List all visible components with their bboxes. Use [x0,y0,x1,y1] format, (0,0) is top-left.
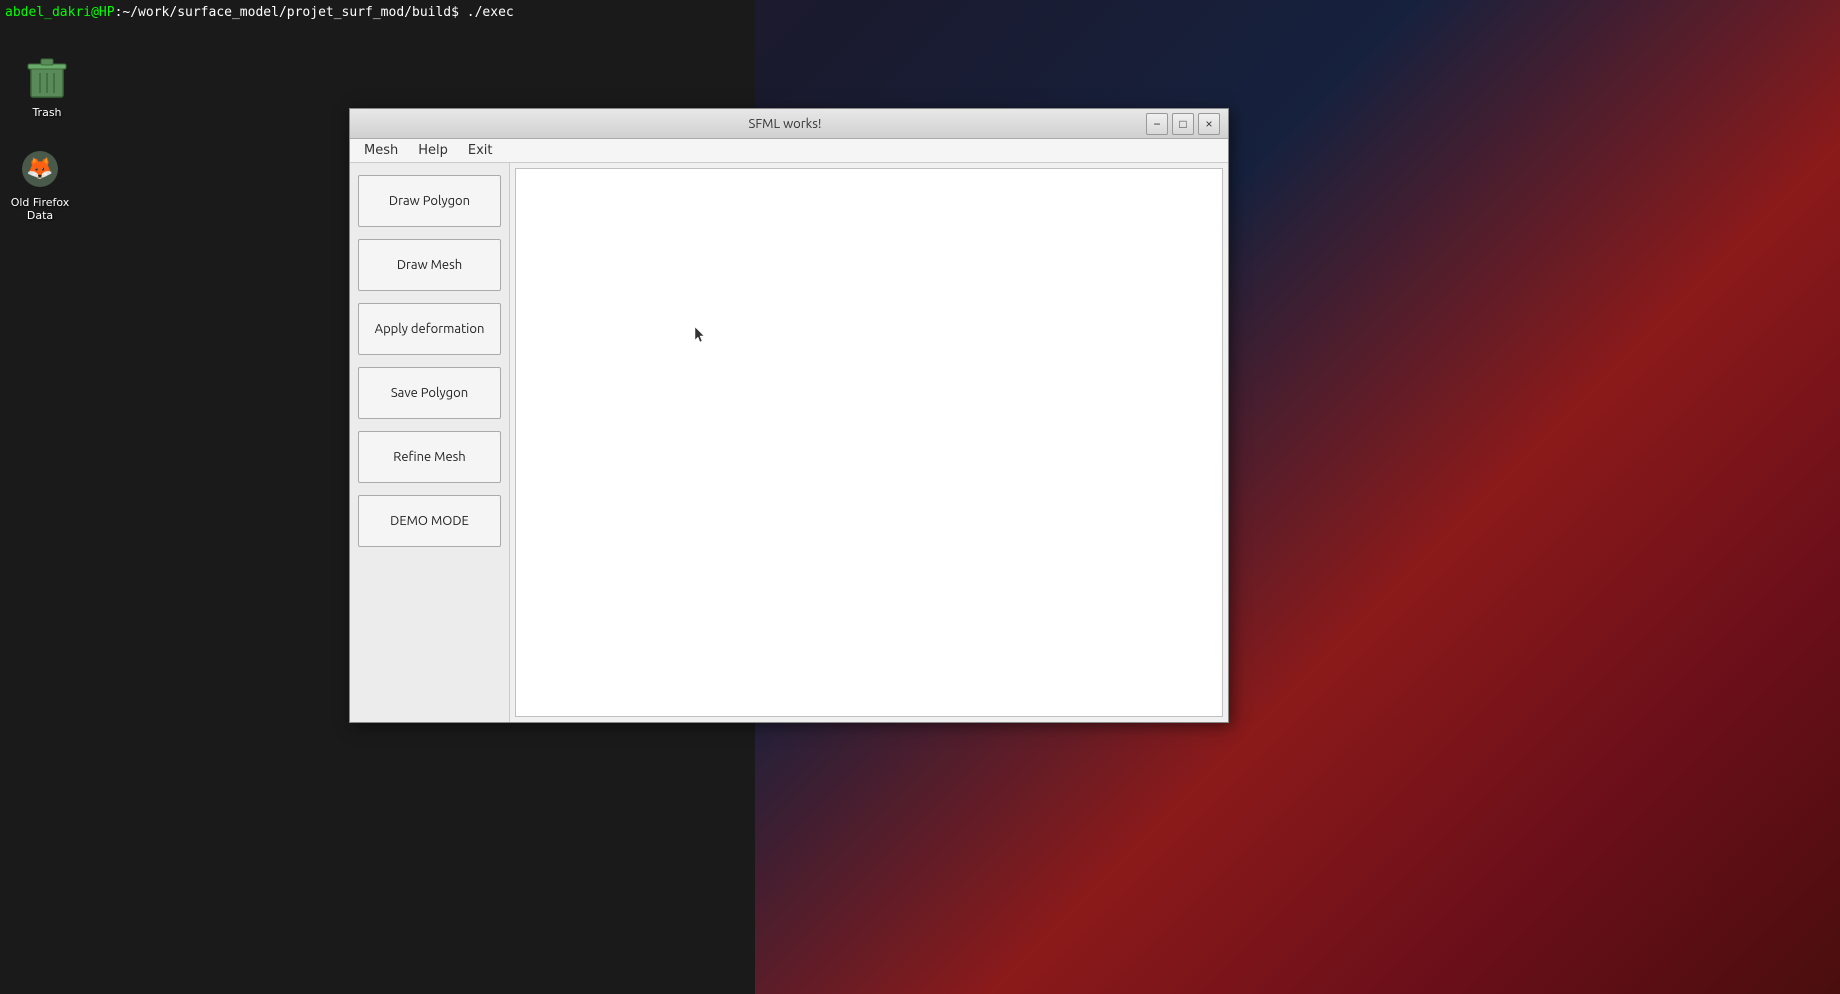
draw-polygon-button[interactable]: Draw Polygon [358,175,501,227]
trash-icon-label: Trash [32,106,61,119]
refine-mesh-button[interactable]: Refine Mesh [358,431,501,483]
apply-deformation-button[interactable]: Apply deformation [358,303,501,355]
menu-help[interactable]: Help [408,141,458,160]
window-content: Draw Polygon Draw Mesh Apply deformation… [350,163,1228,722]
close-button[interactable]: × [1198,113,1220,135]
menu-mesh[interactable]: Mesh [354,141,408,160]
firefox-icon-label: Old Firefox Data [5,196,75,222]
cursor-position [694,326,700,332]
menu-exit[interactable]: Exit [458,141,503,160]
desktop-icon-firefox[interactable]: 🦊 Old Firefox Data [5,145,75,222]
sfml-window: SFML works! − □ × Mesh Help Exit Draw Po… [349,108,1229,723]
demo-mode-button[interactable]: DEMO MODE [358,495,501,547]
maximize-button[interactable]: □ [1172,113,1194,135]
desktop-icon-trash[interactable]: Trash [12,55,82,119]
firefox-icon: 🦊 [16,145,64,193]
canvas-area[interactable] [515,168,1223,717]
title-bar-controls: − □ × [1146,113,1220,135]
desktop: abdel_dakri@HP:~/work/surface_model/proj… [0,0,1840,994]
window-title: SFML works! [424,117,1146,131]
terminal-command: ./exec [459,5,514,20]
trash-icon [23,55,71,103]
terminal-prompt: abdel_dakri@HP:~/work/surface_model/proj… [5,5,750,20]
sidebar: Draw Polygon Draw Mesh Apply deformation… [350,163,510,722]
minimize-button[interactable]: − [1146,113,1168,135]
terminal-dollar: $ [451,5,459,20]
draw-mesh-button[interactable]: Draw Mesh [358,239,501,291]
terminal-path: :~/work/surface_model/projet_surf_mod/bu… [115,5,452,20]
menu-bar: Mesh Help Exit [350,139,1228,163]
svg-text:🦊: 🦊 [26,155,53,181]
title-bar: SFML works! − □ × [350,109,1228,139]
terminal-user-host: abdel_dakri@HP [5,5,115,20]
save-polygon-button[interactable]: Save Polygon [358,367,501,419]
